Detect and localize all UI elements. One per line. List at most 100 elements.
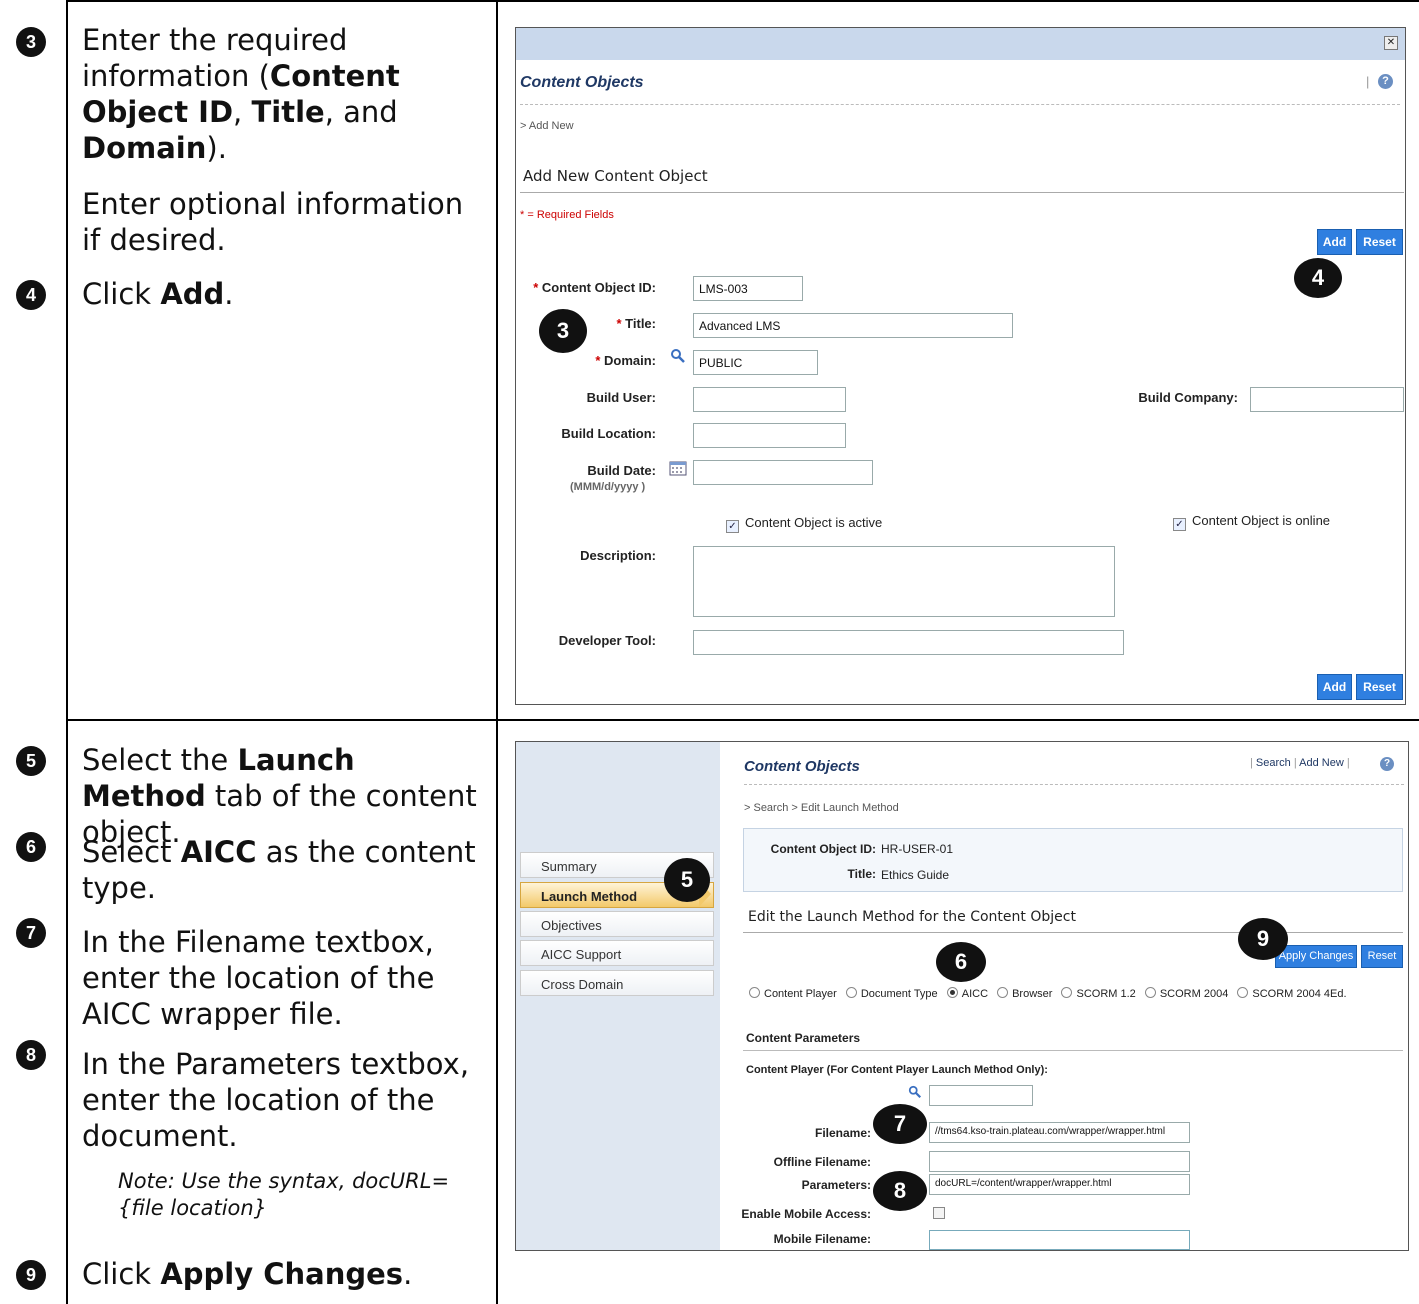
breadcrumb: > Add New — [520, 120, 574, 132]
section-heading: Edit the Launch Method for the Content O… — [748, 909, 1076, 925]
radio-scorm-1-2[interactable]: SCORM 1.2 — [1061, 987, 1136, 1000]
online-checkbox[interactable]: ✓ — [1173, 518, 1186, 531]
search-link[interactable]: Search — [1256, 757, 1291, 769]
dashed-divider — [520, 104, 1400, 105]
developer-tool-label: Developer Tool: — [558, 633, 656, 648]
radio-scorm-2004[interactable]: SCORM 2004 — [1144, 987, 1228, 1000]
radio-content-player[interactable]: Content Player — [749, 987, 837, 1000]
content-object-id-value: HR-USER-01 — [881, 842, 954, 856]
active-checkbox[interactable]: ✓ — [726, 520, 739, 533]
radio-scorm-2004-4ed[interactable]: SCORM 2004 4Ed. — [1237, 987, 1347, 1000]
reset-button[interactable]: Reset — [1361, 945, 1403, 968]
callout-9: 9 — [1238, 918, 1288, 960]
description-textarea[interactable] — [693, 546, 1115, 617]
callout-3: 3 — [539, 309, 587, 353]
radio-document-type[interactable]: Document Type — [845, 987, 938, 1000]
active-checkbox-row[interactable]: ✓ Content Object is active — [726, 515, 882, 533]
step-number-4: 4 — [16, 280, 46, 310]
build-date-input[interactable] — [693, 460, 873, 485]
content-object-id-input[interactable]: LMS-003 — [693, 276, 803, 301]
add-button-top[interactable]: Add — [1317, 229, 1352, 255]
launch-type-radios: Content Player Document Type AICC Browse… — [749, 987, 1347, 1000]
step-7-text: In the Filename textbox, enter the locat… — [82, 925, 435, 1031]
apply-changes-button[interactable]: Apply Changes — [1275, 945, 1357, 968]
table-left-border — [66, 0, 68, 1304]
build-company-input[interactable] — [1250, 387, 1404, 412]
table-top-border — [66, 0, 1419, 2]
dialog-header-bar — [516, 28, 1405, 60]
callout-5: 5 — [664, 858, 710, 902]
breadcrumb: > Search > Edit Launch Method — [744, 802, 899, 814]
step-number-6: 6 — [16, 832, 46, 862]
dialog-title: Content Objects — [520, 74, 644, 91]
launch-method-screenshot: Summary Launch Method Objectives AICC Su… — [515, 741, 1409, 1251]
parameters-input[interactable]: docURL=/content/wrapper/wrapper.html — [929, 1174, 1190, 1195]
calendar-icon[interactable] — [669, 460, 687, 476]
help-icon[interactable]: ? — [1378, 74, 1393, 89]
build-location-input[interactable] — [693, 423, 846, 448]
object-summary-box — [743, 828, 1403, 892]
tab-aicc-support[interactable]: AICC Support — [520, 940, 714, 966]
reset-button-top[interactable]: Reset — [1356, 229, 1403, 255]
search-icon[interactable] — [908, 1085, 922, 1099]
mobile-access-checkbox[interactable] — [933, 1207, 945, 1219]
content-player-label: Content Player (For Content Player Launc… — [746, 1064, 1048, 1076]
help-icon[interactable]: ? — [1380, 757, 1394, 771]
search-icon[interactable] — [670, 348, 686, 364]
table-row-divider — [66, 719, 1419, 721]
link-separator: | — [1250, 757, 1253, 769]
tab-objectives[interactable]: Objectives — [520, 911, 714, 937]
add-button-bottom[interactable]: Add — [1317, 674, 1352, 700]
offline-filename-input[interactable] — [929, 1151, 1190, 1172]
step-3-optional-text: Enter optional information if desired. — [82, 187, 464, 257]
filename-input[interactable]: //tms64.kso-train.plateau.com/wrapper/wr… — [929, 1122, 1190, 1143]
title-label: Title: — [847, 867, 876, 881]
step-number-9: 9 — [16, 1260, 46, 1290]
heading-divider — [743, 932, 1403, 933]
required-asterisk: * — [533, 280, 539, 295]
developer-tool-input[interactable] — [693, 630, 1124, 655]
title-input[interactable]: Advanced LMS — [693, 313, 1013, 338]
callout-8: 8 — [873, 1171, 927, 1211]
build-location-label: Build Location: — [561, 426, 656, 441]
page-title: Content Objects — [744, 758, 860, 775]
domain-input[interactable]: PUBLIC — [693, 350, 818, 375]
table-column-divider — [496, 0, 498, 1304]
radio-browser[interactable]: Browser — [997, 987, 1052, 1000]
build-user-label: Build User: — [586, 390, 656, 405]
tab-cross-domain[interactable]: Cross Domain — [520, 970, 714, 996]
content-player-input[interactable] — [929, 1085, 1033, 1106]
offline-filename-label: Offline Filename: — [773, 1155, 871, 1169]
params-divider — [743, 1050, 1403, 1051]
callout-4: 4 — [1294, 258, 1342, 298]
close-icon[interactable]: ✕ — [1384, 36, 1398, 50]
heading-divider — [520, 192, 1404, 193]
step-6-text: Select AICC as the content type. — [82, 835, 476, 905]
required-asterisk: * — [595, 353, 601, 368]
step-8-text: In the Parameters textbox, enter the loc… — [82, 1047, 470, 1153]
build-user-input[interactable] — [693, 387, 846, 412]
parameters-label: Parameters: — [801, 1178, 871, 1192]
title-value: Ethics Guide — [881, 868, 950, 882]
step-9-text: Click Apply Changes. — [82, 1257, 413, 1291]
mobile-filename-input[interactable] — [929, 1230, 1190, 1250]
callout-6: 6 — [936, 942, 986, 982]
dashed-divider — [744, 784, 1404, 785]
description-label: Description: — [580, 548, 656, 563]
reset-button-bottom[interactable]: Reset — [1356, 674, 1403, 700]
step-number-5: 5 — [16, 746, 46, 776]
form-heading: Add New Content Object — [523, 167, 708, 185]
content-object-id-label: * Content Object ID: — [533, 280, 656, 295]
date-format-hint: (MMM/d/yyyy ) — [570, 481, 646, 493]
required-asterisk: * — [616, 316, 622, 331]
step-4-text: Click Add. — [82, 277, 234, 311]
add-new-link[interactable]: Add New — [1299, 757, 1344, 769]
top-links: | Search | Add New | — [1250, 757, 1350, 769]
build-date-label: Build Date: — [587, 463, 656, 478]
step-number-7: 7 — [16, 918, 46, 948]
radio-aicc[interactable]: AICC — [946, 987, 988, 1000]
content-object-id-label: Content Object ID: — [770, 842, 876, 856]
online-checkbox-row[interactable]: ✓ Content Object is online — [1173, 513, 1330, 531]
step-number-8: 8 — [16, 1040, 46, 1070]
sidebar-panel — [516, 742, 720, 1250]
